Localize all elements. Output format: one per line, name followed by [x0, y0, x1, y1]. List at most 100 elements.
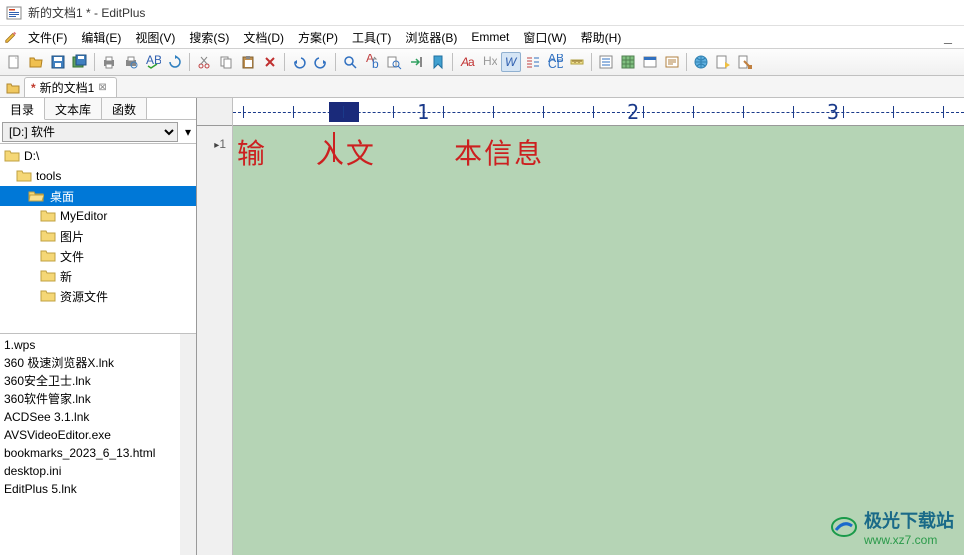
file-item[interactable]: 360安全卫士.lnk	[4, 372, 192, 390]
spellcheck-button[interactable]: ABC	[143, 52, 163, 72]
todo-button[interactable]	[596, 52, 616, 72]
menu-file[interactable]: 文件(F)	[22, 28, 73, 47]
table-button[interactable]	[618, 52, 638, 72]
run-button[interactable]	[713, 52, 733, 72]
document-tab-label: 新的文档1	[40, 79, 95, 96]
tab-close-button[interactable]: ⊠	[98, 82, 110, 94]
toolbar-separator	[94, 53, 95, 71]
file-item[interactable]: AVSVideoEditor.exe	[4, 426, 192, 444]
file-item[interactable]: 1.wps	[4, 336, 192, 354]
gutter-column: ▸1	[197, 98, 233, 555]
file-item[interactable]: ACDSee 3.1.lnk	[4, 408, 192, 426]
drive-selector-row: [D:] 软件 ▾	[0, 120, 196, 144]
folder-tree[interactable]: D:\ tools 桌面 MyEditor 图片 文件	[0, 144, 196, 334]
sidebar-tab-cliptext[interactable]: 文本库	[45, 98, 102, 119]
tree-item[interactable]: 图片	[0, 226, 196, 246]
save-button[interactable]	[48, 52, 68, 72]
print-preview-button[interactable]	[121, 52, 141, 72]
ruler-number: 1	[417, 100, 429, 124]
toolbar-separator	[189, 53, 190, 71]
sidebar-tab-directory[interactable]: 目录	[0, 98, 45, 120]
modified-indicator: *	[31, 81, 36, 95]
drive-dropdown-button[interactable]: ▾	[180, 122, 196, 142]
ruler-number: 3	[827, 100, 839, 124]
menu-search[interactable]: 搜索(S)	[183, 28, 235, 47]
goto-button[interactable]	[406, 52, 426, 72]
indent-button[interactable]	[523, 52, 543, 72]
browser-button[interactable]	[691, 52, 711, 72]
folder-icon	[40, 209, 56, 223]
find-button[interactable]	[340, 52, 360, 72]
settings-button[interactable]	[735, 52, 755, 72]
sidebar-tab-functions[interactable]: 函数	[102, 98, 147, 119]
ruler-corner	[197, 98, 232, 126]
editor-main: 1 2 3 输 入文 本信息	[233, 98, 964, 555]
tree-item-selected[interactable]: 桌面	[0, 186, 196, 206]
cliptext-button[interactable]	[640, 52, 660, 72]
menu-bar: 文件(F) 编辑(E) 视图(V) 搜索(S) 文档(D) 方案(P) 工具(T…	[0, 26, 964, 48]
text-editor[interactable]: 输 入文 本信息	[233, 126, 964, 555]
char-button[interactable]: ABCD	[545, 52, 565, 72]
save-all-button[interactable]	[70, 52, 90, 72]
watermark: 极光下载站 www.xz7.com	[830, 507, 954, 547]
wordwrap-button[interactable]: W	[501, 52, 521, 72]
tree-item[interactable]: tools	[0, 166, 196, 186]
open-file-button[interactable]	[26, 52, 46, 72]
new-file-button[interactable]	[4, 52, 24, 72]
redo-button[interactable]	[311, 52, 331, 72]
window-title: 新的文档1 * - EditPlus	[28, 4, 145, 21]
tree-item[interactable]: 资源文件	[0, 286, 196, 306]
menu-emmet[interactable]: Emmet	[465, 29, 515, 45]
workspace: 目录 文本库 函数 [D:] 软件 ▾ D:\ tools 桌面	[0, 98, 964, 555]
cut-button[interactable]	[194, 52, 214, 72]
file-item[interactable]: bookmarks_2023_6_13.html	[4, 444, 192, 462]
drive-select[interactable]: [D:] 软件	[2, 122, 178, 142]
horizontal-ruler[interactable]: 1 2 3	[233, 98, 964, 126]
tree-item[interactable]: MyEditor	[0, 206, 196, 226]
find-in-files-button[interactable]	[384, 52, 404, 72]
minimize-button[interactable]: _	[940, 28, 956, 44]
scrollbar[interactable]	[180, 334, 196, 555]
app-icon	[6, 5, 22, 21]
file-list[interactable]: 1.wps 360 极速浏览器X.lnk 360安全卫士.lnk 360软件管家…	[0, 334, 196, 555]
watermark-url: www.xz7.com	[864, 533, 954, 547]
document-tab[interactable]: * 新的文档1 ⊠	[24, 77, 117, 97]
file-item[interactable]: 360 极速浏览器X.lnk	[4, 354, 192, 372]
output-button[interactable]	[662, 52, 682, 72]
menu-view[interactable]: 视图(V)	[129, 28, 181, 47]
replace-button[interactable]: Ab	[362, 52, 382, 72]
menu-help[interactable]: 帮助(H)	[575, 28, 628, 47]
sidebar-tabs: 目录 文本库 函数	[0, 98, 196, 120]
ruler-button[interactable]	[567, 52, 587, 72]
toolbar-separator	[284, 53, 285, 71]
print-button[interactable]	[99, 52, 119, 72]
bookmark-button[interactable]	[428, 52, 448, 72]
svg-text:CD: CD	[548, 57, 563, 70]
menu-browser[interactable]: 浏览器(B)	[399, 28, 463, 47]
menu-project[interactable]: 方案(P)	[292, 28, 344, 47]
paste-button[interactable]	[238, 52, 258, 72]
folder-icon[interactable]	[4, 79, 22, 97]
menu-tool[interactable]: 工具(T)	[346, 28, 397, 47]
font-style-button[interactable]: Aa	[457, 52, 477, 72]
undo-button[interactable]	[289, 52, 309, 72]
tree-item[interactable]: 新	[0, 266, 196, 286]
delete-button[interactable]	[260, 52, 280, 72]
svg-text:ABC: ABC	[146, 54, 161, 67]
file-item[interactable]: 360软件管家.lnk	[4, 390, 192, 408]
reload-button[interactable]	[165, 52, 185, 72]
tree-item-root[interactable]: D:\	[0, 146, 196, 166]
copy-button[interactable]	[216, 52, 236, 72]
tree-item[interactable]: 文件	[0, 246, 196, 266]
file-item[interactable]: EditPlus 5.lnk	[4, 480, 192, 498]
hex-button[interactable]: Hx	[479, 52, 499, 72]
file-item[interactable]: desktop.ini	[4, 462, 192, 480]
svg-text:Hx: Hx	[483, 54, 497, 68]
svg-text:W: W	[505, 55, 518, 69]
menu-edit[interactable]: 编辑(E)	[75, 28, 127, 47]
svg-text:a: a	[468, 55, 475, 69]
toolbar-separator	[591, 53, 592, 71]
menu-window[interactable]: 窗口(W)	[517, 28, 572, 47]
menu-doc[interactable]: 文档(D)	[237, 28, 290, 47]
document-tab-bar: * 新的文档1 ⊠	[0, 76, 964, 98]
